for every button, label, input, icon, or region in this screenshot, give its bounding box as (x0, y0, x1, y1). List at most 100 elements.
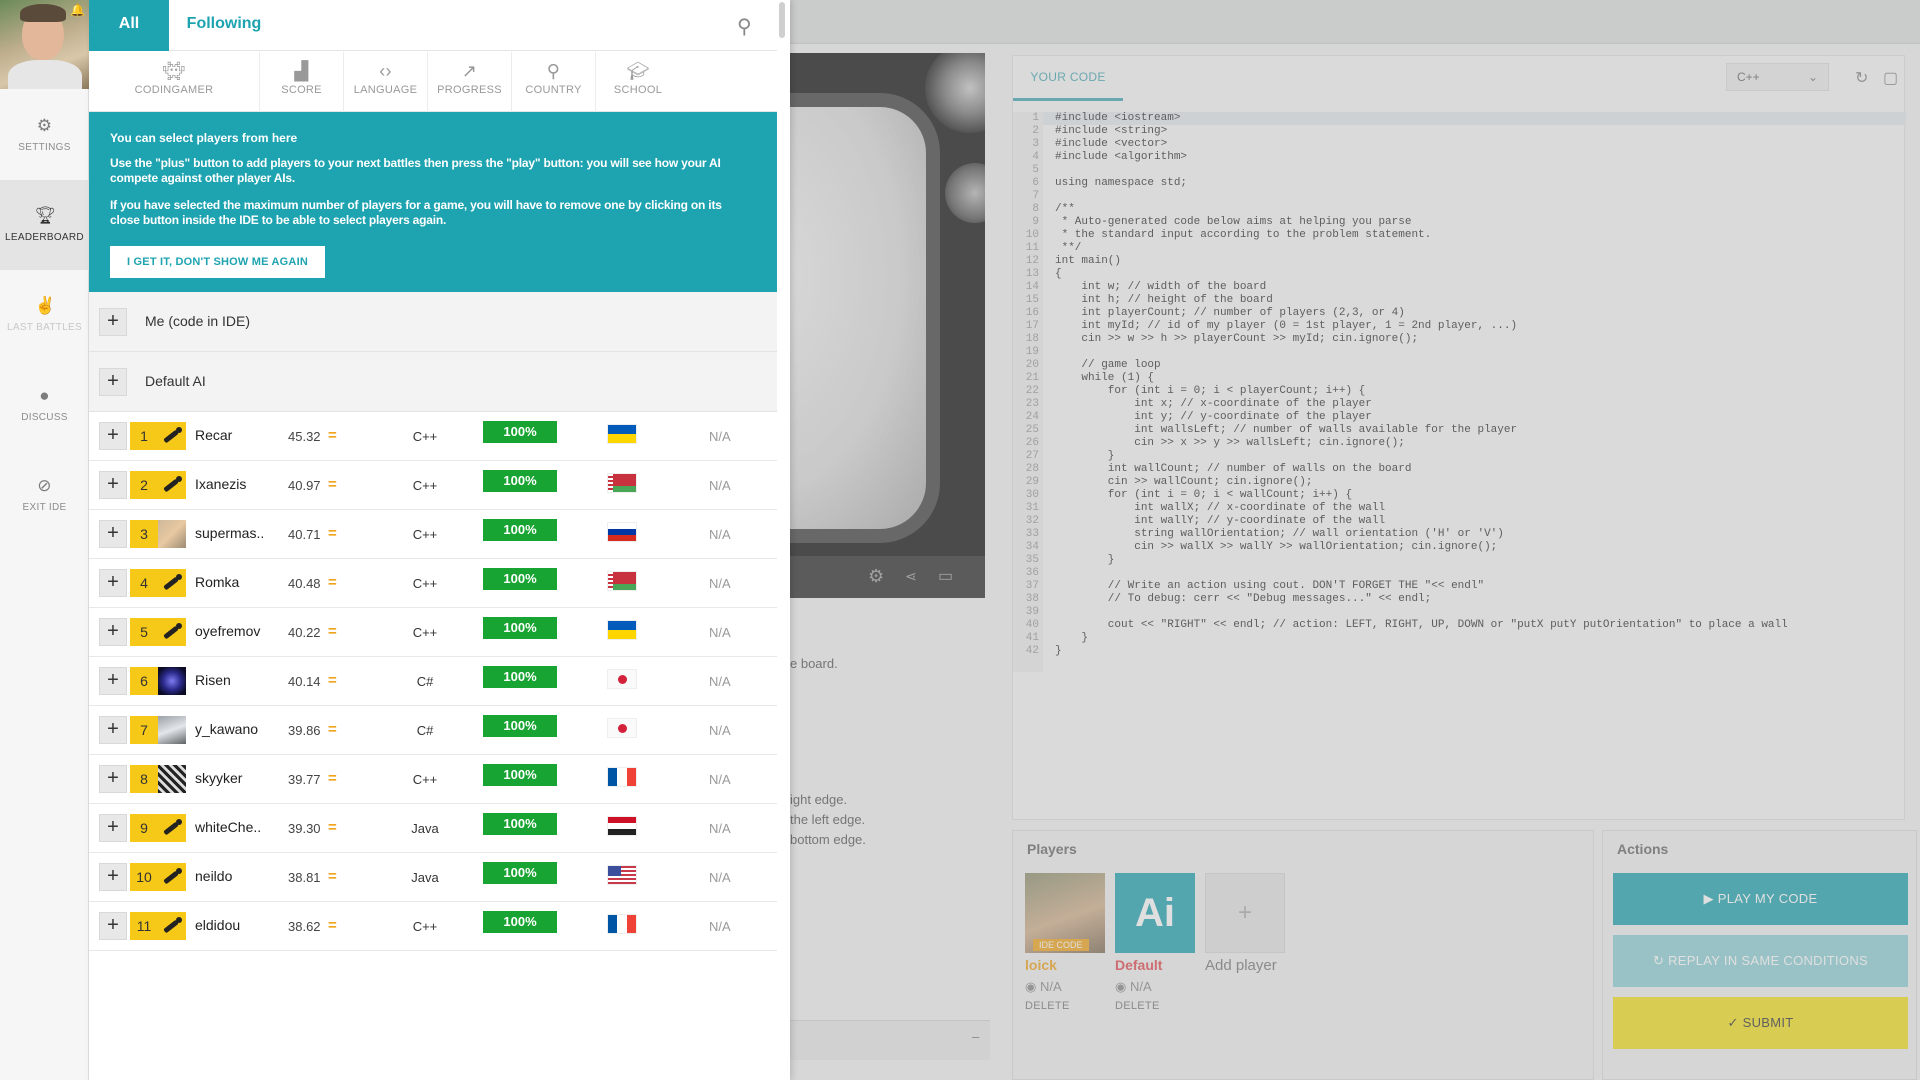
tab-following[interactable]: Following (169, 0, 279, 51)
trend-indicator: = (328, 917, 337, 934)
add-player-button[interactable]: + (99, 368, 127, 396)
user-avatar[interactable]: 🔔 (0, 0, 89, 89)
add-player-button[interactable]: + (99, 716, 127, 744)
player-name[interactable]: supermas.. (195, 525, 264, 541)
add-player-button[interactable]: + (99, 422, 127, 450)
player-school: N/A (709, 870, 731, 885)
progress-badge: 100% (483, 421, 557, 443)
column-codingamer[interactable]: 👾︎ CODINGAMER (89, 52, 260, 112)
discuss-icon: ● (39, 386, 50, 405)
player-avatar (158, 765, 186, 793)
nav-leaderboard-label: LEADERBOARD (5, 232, 84, 243)
player-name[interactable]: Risen (195, 672, 231, 688)
nav-discuss[interactable]: ● DISCUSS (0, 360, 89, 450)
player-name[interactable]: y_kawano (195, 721, 258, 737)
add-player-button[interactable]: + (99, 471, 127, 499)
location-pin-icon: ⚲ (546, 61, 561, 81)
progress-badge: 100% (483, 862, 557, 884)
player-language: C++ (412, 625, 438, 640)
player-language: C# (416, 723, 434, 738)
nav-settings[interactable]: ⚙ SETTINGS (0, 90, 89, 180)
player-name[interactable]: Romka (195, 574, 239, 590)
tab-all[interactable]: All (89, 0, 169, 51)
trend-indicator: = (328, 574, 337, 591)
player-score: 40.71 (288, 527, 321, 542)
leaderboard-row[interactable]: +4 Romka 40.48 = C++ 100% N/A (89, 559, 777, 608)
special-row-default-ai: + Default AI (89, 352, 777, 412)
gear-icon: ⚙ (36, 116, 53, 135)
nav-exit-ide[interactable]: ⊘ EXIT IDE (0, 450, 89, 540)
player-name[interactable]: Ixanezis (195, 476, 246, 492)
country-flag (607, 767, 637, 787)
player-language: C++ (412, 429, 438, 444)
player-score: 40.97 (288, 478, 321, 493)
column-score[interactable]: ▟ SCORE (260, 52, 344, 112)
modal-overlay[interactable] (790, 0, 1920, 1080)
leaderboard-row[interactable]: +8 skyyker 39.77 = C++ 100% N/A (89, 755, 777, 804)
add-player-button[interactable]: + (99, 308, 127, 336)
player-name[interactable]: eldidou (195, 917, 240, 933)
leaderboard-row[interactable]: +9 whiteChe.. 39.30 = Java 100% N/A (89, 804, 777, 853)
player-school: N/A (709, 723, 731, 738)
avatar-hair (20, 4, 66, 22)
player-name[interactable]: neildo (195, 868, 232, 884)
nav-discuss-label: DISCUSS (21, 412, 68, 423)
column-label: LANGUAGE (353, 84, 418, 96)
add-player-button[interactable]: + (99, 912, 127, 940)
add-player-button[interactable]: + (99, 520, 127, 548)
column-language[interactable]: ‹› LANGUAGE (344, 52, 428, 112)
leaderboard-row[interactable]: +11 eldidou 38.62 = C++ 100% N/A (89, 902, 777, 951)
player-language: C# (416, 674, 434, 689)
trend-indicator: = (328, 868, 337, 885)
add-player-button[interactable]: + (99, 863, 127, 891)
scrollbar[interactable] (779, 2, 785, 38)
player-language: Java (411, 821, 439, 836)
dismiss-tip-button[interactable]: I GET IT, DON'T SHOW ME AGAIN (110, 246, 325, 278)
column-label: SCHOOL (613, 84, 663, 96)
add-player-button[interactable]: + (99, 814, 127, 842)
player-name[interactable]: whiteChe.. (195, 819, 261, 835)
progress-badge: 100% (483, 666, 557, 688)
progress-badge: 100% (483, 911, 557, 933)
avatar-shirt (8, 60, 82, 89)
leaderboard-row[interactable]: +7 y_kawano 39.86 = C# 100% N/A (89, 706, 777, 755)
column-country[interactable]: ⚲ COUNTRY (512, 52, 596, 112)
leaderboard-row[interactable]: +6 Risen 40.14 = C# 100% N/A (89, 657, 777, 706)
add-player-button[interactable]: + (99, 765, 127, 793)
player-language: Java (411, 870, 439, 885)
player-name[interactable]: oyefremov (195, 623, 260, 639)
trend-indicator: = (328, 623, 337, 640)
country-flag (607, 914, 637, 934)
column-progress[interactable]: ↗ PROGRESS (428, 52, 512, 112)
player-score: 40.48 (288, 576, 321, 591)
progress-badge: 100% (483, 617, 557, 639)
leaderboard-row[interactable]: +5 oyefremov 40.22 = C++ 100% N/A (89, 608, 777, 657)
country-flag (607, 571, 637, 591)
player-score: 39.77 (288, 772, 321, 787)
player-name[interactable]: skyyker (195, 770, 242, 786)
nav-leaderboard[interactable]: 🏆︎ LEADERBOARD (0, 180, 89, 270)
bell-icon[interactable]: 🔔 (70, 3, 85, 17)
special-row-me: + Me (code in IDE) (89, 292, 777, 352)
trend-icon: ↗ (461, 61, 478, 81)
leaderboard-row[interactable]: +3 supermas.. 40.71 = C++ 100% N/A (89, 510, 777, 559)
add-player-button[interactable]: + (99, 618, 127, 646)
rank-badge: 5 (130, 618, 158, 646)
search-icon[interactable]: ⚲ (737, 14, 752, 39)
exit-icon: ⊘ (37, 476, 52, 495)
battles-icon: ✌ (34, 296, 56, 315)
rank-badge: 4 (130, 569, 158, 597)
player-name[interactable]: Recar (195, 427, 232, 443)
leaderboard-row[interactable]: +2 Ixanezis 40.97 = C++ 100% N/A (89, 461, 777, 510)
add-player-button[interactable]: + (99, 667, 127, 695)
player-school: N/A (709, 625, 731, 640)
rank-badge: 8 (130, 765, 158, 793)
country-flag (607, 522, 637, 542)
column-school[interactable]: 🎓︎ SCHOOL (596, 52, 680, 112)
leaderboard-row[interactable]: +1 Recar 45.32 = C++ 100% N/A (89, 412, 777, 461)
nav-last-battles[interactable]: ✌ LAST BATTLES (0, 270, 89, 360)
add-player-button[interactable]: + (99, 569, 127, 597)
tip-text: If you have selected the maximum number … (110, 198, 722, 227)
leaderboard-row[interactable]: +10 neildo 38.81 = Java 100% N/A (89, 853, 777, 902)
invader-icon: 👾︎ (162, 61, 186, 81)
